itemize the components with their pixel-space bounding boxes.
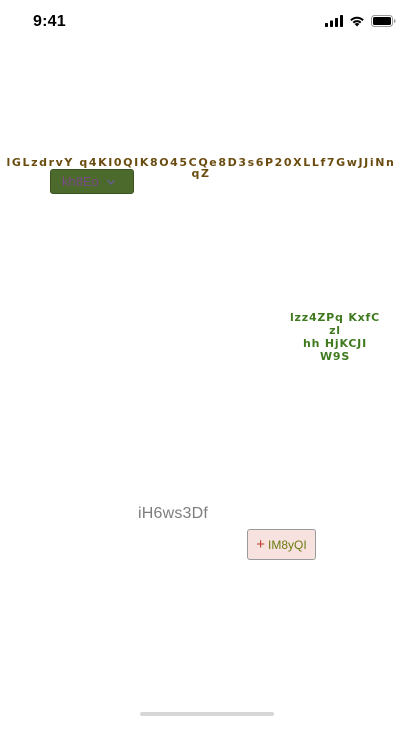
app-screen: 9:41 lGLzdrvY q4KI0QIK8O45CQe8D3s6P20XLL… bbox=[0, 0, 414, 736]
add-button-label: IM8yQI bbox=[268, 537, 307, 552]
green-text-line: hh HjKCJI bbox=[303, 337, 367, 350]
plus-icon: + bbox=[256, 536, 266, 553]
status-bar: 9:41 bbox=[0, 0, 414, 44]
green-text-line: W9S bbox=[319, 350, 351, 363]
add-button[interactable]: + IM8yQI bbox=[247, 529, 316, 560]
plain-label: iH6ws3Df bbox=[138, 505, 209, 522]
status-icons bbox=[325, 15, 396, 27]
signal-icon bbox=[325, 15, 343, 27]
home-indicator[interactable] bbox=[140, 712, 274, 716]
chevron-down-icon bbox=[106, 177, 115, 187]
option-dropdown[interactable]: kh8Eo bbox=[50, 169, 134, 194]
green-text-block: lzz4ZPq KxfC zl hh HjKCJI W9S bbox=[282, 311, 388, 363]
green-text-line: zl bbox=[329, 324, 341, 337]
dropdown-selected-value: kh8Eo bbox=[62, 174, 99, 189]
green-text-line: lzz4ZPq KxfC bbox=[289, 311, 381, 324]
wifi-icon bbox=[349, 15, 365, 27]
status-time: 9:41 bbox=[33, 13, 66, 30]
battery-icon bbox=[371, 15, 396, 27]
